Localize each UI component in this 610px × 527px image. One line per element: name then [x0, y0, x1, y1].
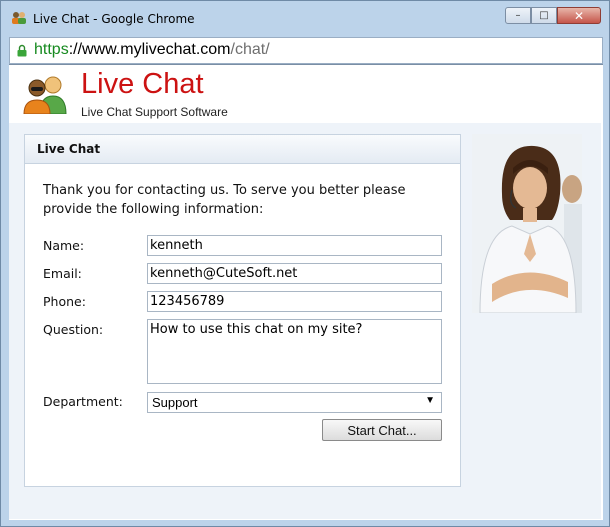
maximize-button[interactable]: □ — [531, 7, 557, 24]
title-bar: Live Chat - Google Chrome – □ ✕ — [1, 1, 609, 31]
phone-label: Phone: — [43, 294, 86, 309]
browser-window: Live Chat - Google Chrome – □ ✕ https://… — [0, 0, 610, 527]
intro-text: Thank you for contacting us. To serve yo… — [43, 183, 406, 217]
live-chat-logo-icon — [23, 76, 67, 114]
live-chat-app-icon — [12, 12, 26, 24]
url-host: ://www.mylivechat.com — [68, 41, 231, 58]
support-agent-photo — [472, 134, 582, 313]
name-label: Name: — [43, 238, 85, 253]
phone-field[interactable]: 123456789 — [147, 291, 442, 312]
name-field[interactable]: kenneth — [147, 235, 442, 256]
email-label: Email: — [43, 266, 82, 281]
email-field[interactable]: kenneth@CuteSoft.net — [147, 263, 442, 284]
window-controls: – □ ✕ — [505, 7, 601, 25]
question-textarea[interactable]: How to use this chat on my site? — [147, 319, 442, 384]
url-scheme: https — [34, 41, 69, 58]
question-label: Question: — [43, 322, 104, 337]
department-selected-value: Support — [152, 395, 198, 410]
brand-title: Live Chat — [81, 68, 204, 100]
panel-header: Live Chat — [25, 135, 460, 164]
url-path: /chat/ — [230, 41, 270, 58]
maximize-icon: □ — [539, 10, 549, 21]
minimize-button[interactable]: – — [505, 7, 531, 24]
department-label: Department: — [43, 394, 123, 409]
start-chat-button[interactable]: Start Chat... — [322, 419, 442, 441]
dropdown-arrow-icon: ▼ — [425, 395, 435, 406]
lock-icon — [17, 44, 27, 57]
brand-tagline: Live Chat Support Software — [81, 105, 228, 119]
address-bar[interactable]: https://www.mylivechat.com/chat/ — [9, 37, 603, 64]
panel-title: Live Chat — [37, 142, 101, 156]
page-content: Live Chat Live Chat Support Software Liv… — [9, 64, 603, 520]
window-title: Live Chat - Google Chrome — [33, 12, 195, 26]
site-header: Live Chat Live Chat Support Software — [9, 65, 601, 123]
minimize-icon: – — [515, 10, 521, 21]
department-select[interactable]: Support ▼ — [147, 392, 442, 413]
url-text: https://www.mylivechat.com/chat/ — [34, 41, 270, 59]
chat-form-panel: Live Chat Thank you for contacting us. T… — [24, 134, 461, 487]
close-icon: ✕ — [573, 8, 585, 23]
close-button[interactable]: ✕ — [557, 7, 601, 24]
